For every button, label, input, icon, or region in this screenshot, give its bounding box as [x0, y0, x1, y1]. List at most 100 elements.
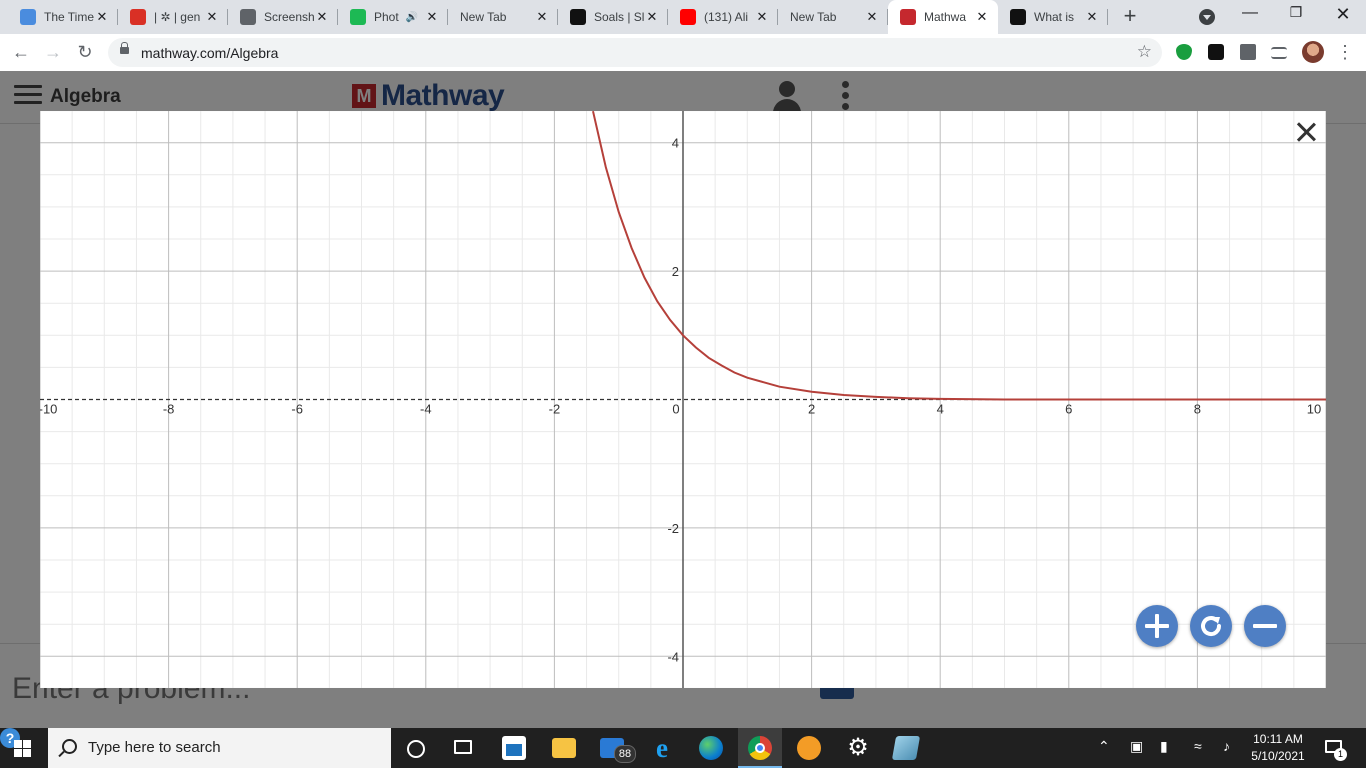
browser-tab[interactable]: New Tab ✕	[778, 0, 888, 34]
windows-start-icon[interactable]	[14, 740, 31, 757]
browser-tab[interactable]: Mathwa ✕	[888, 0, 998, 34]
v-logo-icon	[570, 9, 586, 25]
zoom-in-button[interactable]	[1136, 605, 1178, 647]
chevron-up-icon[interactable]: ⌃	[1098, 738, 1110, 755]
close-tab-icon[interactable]: ✕	[974, 9, 990, 25]
snipping-tool-icon[interactable]	[891, 736, 921, 760]
x-tick-label: -2	[549, 402, 561, 417]
reset-view-button[interactable]	[1190, 605, 1232, 647]
close-tab-icon[interactable]: ✕	[424, 9, 440, 25]
shield-extension-icon[interactable]	[1176, 44, 1192, 60]
spotify-icon	[350, 9, 366, 25]
audio-playing-icon[interactable]: 🔊	[406, 12, 418, 23]
close-window-button[interactable]: ✕	[1333, 4, 1353, 25]
mail-badge: 88	[614, 745, 636, 763]
notification-badge: 1	[1334, 748, 1347, 761]
x-tick-label: 6	[1065, 402, 1072, 417]
browser-tab[interactable]: Screensh ✕	[228, 0, 338, 34]
tab-title: Mathwa	[924, 10, 967, 24]
cortana-icon[interactable]	[407, 740, 425, 758]
edge-browser-icon[interactable]	[699, 736, 723, 760]
close-tab-icon[interactable]: ✕	[94, 9, 110, 25]
restore-window-button[interactable]: ❐	[1286, 4, 1306, 21]
x-tick-label: -6	[291, 402, 303, 417]
tab-title: Soals | Sl	[594, 10, 644, 24]
close-tab-icon[interactable]: ✕	[314, 9, 330, 25]
x-tick-label: 10	[1307, 402, 1321, 417]
microsoft-store-icon[interactable]	[502, 736, 526, 760]
function-curve	[592, 111, 1326, 401]
browser-tab-strip: The Time ✕ | ✲ | gen ✕ Screensh ✕ Phot 🔊 ✕ New Ta…	[0, 0, 1366, 34]
tab-search-icon[interactable]	[1199, 9, 1215, 25]
lock-icon[interactable]	[120, 42, 129, 54]
bookmark-star-icon[interactable]: ☆	[1137, 42, 1152, 62]
tab-title: What is	[1034, 10, 1075, 24]
tab-title: (131) Ali	[704, 10, 749, 24]
b-logo-icon	[1010, 9, 1026, 25]
app-icon[interactable]	[797, 736, 821, 760]
x-tick-label: -4	[420, 402, 432, 417]
browser-tab[interactable]: The Time ✕	[8, 0, 118, 34]
extension-icon[interactable]	[1208, 44, 1224, 60]
x-tick-label: 8	[1194, 402, 1201, 417]
refresh-icon	[1201, 616, 1222, 636]
tab-separator	[1107, 9, 1108, 25]
close-tab-icon[interactable]: ✕	[754, 9, 770, 25]
zoom-out-button[interactable]	[1244, 605, 1286, 647]
clock-date[interactable]: 5/10/2021	[1238, 749, 1318, 763]
file-explorer-icon[interactable]	[552, 738, 576, 758]
tab-title: Phot	[374, 10, 399, 24]
tab-title: New Tab	[460, 10, 507, 24]
y-tick-label: -2	[667, 521, 679, 536]
browser-tab[interactable]: Soals | Sl ✕	[558, 0, 668, 34]
x-tick-label: 0	[672, 402, 679, 417]
media-control-icon[interactable]	[1271, 47, 1287, 59]
x-tick-label: -10	[40, 402, 57, 417]
chrome-icon[interactable]	[748, 736, 772, 760]
x-tick-label: -8	[163, 402, 175, 417]
y-tick-label: 4	[672, 136, 679, 151]
mathway-icon	[900, 9, 916, 25]
profile-avatar[interactable]	[1302, 41, 1324, 63]
document-icon	[20, 9, 36, 25]
address-bar[interactable]: mathway.com/Algebra ☆	[108, 38, 1162, 67]
graph-plot[interactable]: -10 -8 -6 -4 -2 0 2 4 6 8 10 -4 -2 2 4	[40, 111, 1326, 688]
task-view-icon[interactable]	[454, 740, 472, 754]
new-tab-button[interactable]: +	[1119, 5, 1141, 27]
close-graph-icon[interactable]	[1295, 121, 1317, 143]
close-tab-icon[interactable]: ✕	[534, 9, 550, 25]
close-tab-icon[interactable]: ✕	[644, 9, 660, 25]
browser-tab[interactable]: What is ✕	[998, 0, 1108, 34]
search-icon	[62, 739, 77, 754]
windows-taskbar: Type here to search 88 e ⚙ ? ⌃ ▣ ▮ ≈ ♪ 1…	[0, 728, 1366, 768]
network-icon[interactable]: ≈	[1194, 738, 1202, 754]
browser-tab[interactable]: Phot 🔊 ✕	[338, 0, 448, 34]
browser-toolbar: ← → ↻ mathway.com/Algebra ☆ ⋮	[0, 34, 1366, 72]
x-tick-label: 4	[937, 402, 944, 417]
tab-title: The Time	[44, 10, 94, 24]
minimize-window-button[interactable]: —	[1240, 4, 1260, 22]
browser-tab[interactable]: (131) Ali ✕	[668, 0, 778, 34]
volume-icon[interactable]: ♪	[1223, 738, 1230, 754]
taskbar-search-placeholder: Type here to search	[88, 739, 221, 756]
browser-tab[interactable]: New Tab ✕	[448, 0, 558, 34]
close-tab-icon[interactable]: ✕	[864, 9, 880, 25]
x-tick-label: 2	[808, 402, 815, 417]
close-tab-icon[interactable]: ✕	[204, 9, 220, 25]
clock-time[interactable]: 10:11 AM	[1238, 732, 1318, 746]
settings-gear-icon[interactable]: ⚙	[846, 736, 870, 760]
youtube-icon	[680, 9, 696, 25]
chrome-menu-icon[interactable]: ⋮	[1336, 42, 1354, 63]
close-tab-icon[interactable]: ✕	[1084, 9, 1100, 25]
browser-tab[interactable]: | ✲ | gen ✕	[118, 0, 228, 34]
battery-icon[interactable]: ▮	[1160, 738, 1168, 755]
forward-arrow-icon[interactable]: →	[42, 41, 64, 63]
reload-icon[interactable]: ↻	[74, 41, 96, 63]
meet-now-icon[interactable]: ▣	[1130, 738, 1143, 755]
taskbar-search-box[interactable]: Type here to search	[48, 728, 391, 768]
url-text[interactable]: mathway.com/Algebra	[141, 45, 278, 61]
puzzle-extensions-icon[interactable]	[1240, 44, 1256, 60]
back-arrow-icon[interactable]: ←	[10, 41, 32, 63]
graph-modal: -10 -8 -6 -4 -2 0 2 4 6 8 10 -4 -2 2 4	[40, 111, 1326, 688]
internet-explorer-icon[interactable]: e	[650, 735, 674, 762]
